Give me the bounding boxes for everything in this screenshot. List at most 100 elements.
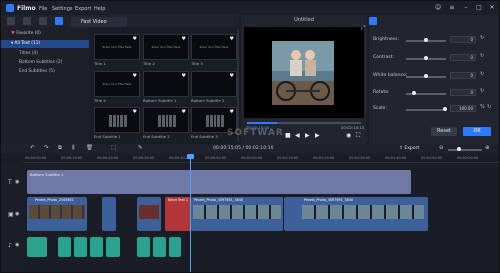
zoom-knob[interactable] bbox=[457, 147, 461, 151]
title-clip[interactable]: Neon Text 1 bbox=[165, 197, 191, 231]
heart-icon[interactable]: ♥ bbox=[182, 109, 186, 115]
rotate-knob[interactable] bbox=[412, 91, 416, 95]
transition-icon[interactable] bbox=[39, 17, 47, 25]
template-thumb[interactable]: ♥ bbox=[94, 107, 140, 133]
text-track-icon: T bbox=[8, 179, 12, 186]
reset-icon[interactable]: ↻ bbox=[480, 35, 484, 41]
next-frame-icon[interactable]: ▶ bbox=[315, 132, 320, 139]
menu-help[interactable]: Help bbox=[94, 6, 105, 12]
copy-icon[interactable]: ⧉ bbox=[58, 145, 62, 152]
media-icon[interactable] bbox=[7, 17, 15, 25]
template-thumb[interactable]: ♥ bbox=[143, 107, 189, 133]
template-thumb[interactable]: ♥ Enter Your Title Here bbox=[143, 34, 189, 60]
template-thumb[interactable]: ♥ bbox=[191, 71, 237, 97]
heart-icon[interactable]: ♥ bbox=[230, 73, 234, 79]
adjust-tab-icon[interactable] bbox=[369, 17, 377, 25]
crop-icon[interactable]: ⬚ bbox=[111, 145, 116, 151]
template-thumb[interactable]: ♥ bbox=[143, 71, 189, 97]
sidebar-item-all-text[interactable]: ▾ All Text (11) bbox=[1, 40, 89, 48]
menu-icon[interactable]: ≡ bbox=[447, 4, 457, 11]
contrast-knob[interactable] bbox=[424, 56, 428, 60]
white-balance-value[interactable]: 0 bbox=[450, 72, 476, 79]
scale-slider[interactable] bbox=[406, 109, 446, 111]
heart-icon[interactable]: ♥ bbox=[182, 73, 186, 79]
template-thumb[interactable]: ♥ Enter Your Title Here bbox=[94, 34, 140, 60]
white-balance-knob[interactable] bbox=[424, 74, 428, 78]
undo-icon[interactable]: ↶ bbox=[30, 145, 35, 151]
play-icon[interactable]: ▶ bbox=[305, 132, 310, 139]
audio-clip[interactable] bbox=[153, 237, 166, 257]
template-thumb[interactable]: ♥ Enter Your Title Here bbox=[94, 71, 140, 97]
tab-fast-video[interactable]: Fast Video bbox=[71, 17, 127, 27]
export-button[interactable]: ⇪ Export bbox=[399, 146, 419, 151]
grid-scrollbar[interactable] bbox=[237, 29, 239, 141]
minimize-icon[interactable]: – bbox=[461, 4, 471, 11]
sidebar-item-end-subtitles[interactable]: End Subtitles (5) bbox=[1, 69, 89, 77]
visibility-icon[interactable]: ◉ bbox=[15, 179, 19, 185]
zoom-out-icon[interactable]: ⊖ bbox=[439, 145, 444, 151]
menu-file[interactable]: File bbox=[39, 6, 47, 12]
audio-clip[interactable] bbox=[58, 237, 71, 257]
audio-icon[interactable] bbox=[23, 17, 31, 25]
playhead[interactable] bbox=[190, 154, 191, 272]
heart-icon[interactable]: ♥ bbox=[230, 36, 234, 42]
watermark-text: SOFTWAR bbox=[227, 128, 284, 138]
audio-clip[interactable] bbox=[90, 237, 103, 257]
resize-icon[interactable]: ⤢ bbox=[361, 25, 365, 31]
ruler-label: 00:00:50:00 bbox=[205, 156, 227, 160]
audio-clip[interactable] bbox=[137, 237, 150, 257]
scale-value[interactable]: 100.00 bbox=[450, 105, 476, 112]
zoom-in-icon[interactable]: ⊕ bbox=[485, 145, 490, 151]
scale-knob[interactable] bbox=[443, 107, 447, 111]
menu-settings[interactable]: Settings bbox=[52, 6, 73, 12]
previous-frame-icon[interactable]: ◀ bbox=[295, 132, 300, 139]
reset-icon[interactable]: ↻ bbox=[480, 88, 484, 94]
video-clip[interactable]: Pexels_Photo_4597691_3840 bbox=[284, 197, 428, 231]
reset-icon[interactable]: ↻ bbox=[480, 53, 484, 59]
speaker-icon[interactable]: ◉ bbox=[15, 242, 19, 248]
video-clip[interactable] bbox=[102, 197, 116, 231]
close-icon[interactable]: ✕ bbox=[487, 4, 497, 11]
audio-clip[interactable] bbox=[169, 237, 181, 257]
heart-icon[interactable]: ♥ bbox=[133, 109, 137, 115]
contrast-value[interactable]: 0 bbox=[450, 54, 476, 61]
snapshot-icon[interactable]: ◉ bbox=[346, 132, 351, 139]
mute-icon[interactable]: ◉ bbox=[15, 211, 19, 217]
split-icon[interactable]: ⫼ bbox=[72, 145, 75, 152]
fullscreen-icon[interactable]: ⛶ bbox=[356, 132, 360, 140]
video-clip[interactable]: Pexels_Photo_2545651 bbox=[27, 197, 87, 231]
reset-button[interactable]: Reset bbox=[431, 127, 457, 136]
audio-clip[interactable] bbox=[74, 237, 87, 257]
video-clip[interactable] bbox=[137, 197, 161, 231]
heart-icon[interactable]: ♥ bbox=[230, 109, 234, 115]
account-icon[interactable]: ☺ bbox=[433, 4, 443, 11]
ruler-label: 00:02:00:00 bbox=[457, 156, 479, 160]
text-icon[interactable] bbox=[55, 17, 63, 25]
rotate-value[interactable]: 0 bbox=[450, 89, 476, 96]
scale-label: Scale: bbox=[373, 106, 387, 111]
reset-icon[interactable]: ↻ bbox=[487, 104, 491, 110]
sidebar-item-titles[interactable]: Titles (4) bbox=[1, 51, 89, 59]
menu-export[interactable]: Export bbox=[75, 6, 91, 12]
stop-icon[interactable]: ■ bbox=[285, 132, 291, 139]
ok-button[interactable]: OK bbox=[463, 127, 491, 136]
sidebar-item-bottom-subtitles[interactable]: Bottom Subtitles (2) bbox=[1, 60, 89, 68]
audio-clip[interactable] bbox=[27, 237, 47, 257]
redo-icon[interactable]: ↷ bbox=[44, 145, 49, 151]
brightness-knob[interactable] bbox=[424, 38, 428, 42]
heart-icon[interactable]: ♥ bbox=[182, 36, 186, 42]
video-clip[interactable]: Pexels_Photo_4597691_3840 bbox=[191, 197, 283, 231]
zoom-slider[interactable] bbox=[448, 149, 482, 151]
audio-clip[interactable] bbox=[106, 237, 120, 257]
delete-icon[interactable]: 🗑 bbox=[86, 145, 93, 151]
heart-icon[interactable]: ♥ bbox=[133, 73, 137, 79]
text-clip[interactable]: Bottom Subtitle 1 bbox=[27, 170, 411, 194]
maximize-icon[interactable]: □ bbox=[474, 4, 484, 11]
heart-icon[interactable]: ♥ bbox=[133, 36, 137, 42]
playhead-handle[interactable] bbox=[187, 154, 194, 159]
reset-icon[interactable]: ↻ bbox=[480, 71, 484, 77]
template-thumb[interactable]: ♥ Enter Your Title Here bbox=[191, 34, 237, 60]
brightness-value[interactable]: 0 bbox=[450, 36, 476, 43]
edit-icon[interactable]: ✎ bbox=[138, 145, 143, 151]
sidebar-item-favorite[interactable]: ♥ Favorite (0) bbox=[1, 31, 89, 39]
